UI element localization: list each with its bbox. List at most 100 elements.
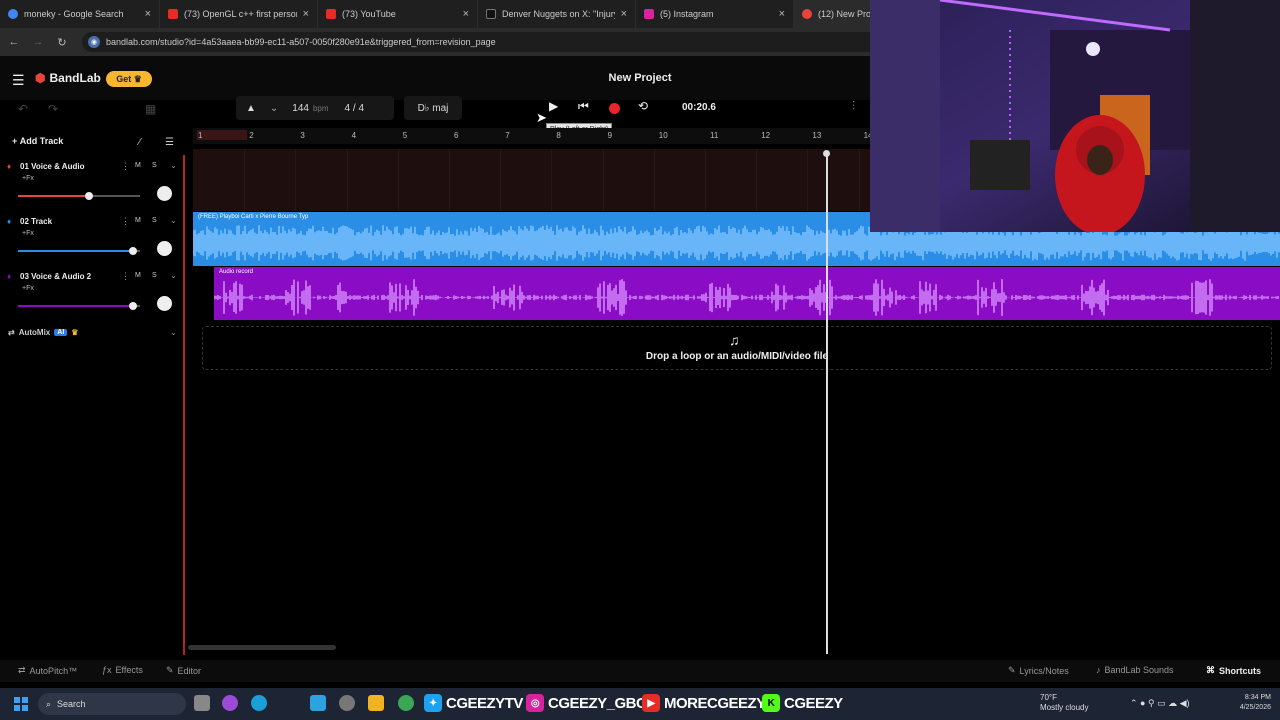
track-row[interactable]: ♦ 01 Voice & Audio +Fx ⋮ M S ⌄	[0, 156, 185, 210]
close-icon[interactable]: ×	[303, 8, 309, 20]
automix-label: AutoMix	[18, 328, 51, 337]
edge-icon[interactable]	[251, 695, 267, 711]
browser-tab[interactable]: Denver Nuggets on X: "Injury Upd ×	[478, 0, 636, 28]
time-signature[interactable]: 4 / 4	[345, 103, 364, 114]
more-icon[interactable]: ⋮	[121, 271, 130, 282]
taskbar-clock[interactable]: 8:34 PM 4/25/2026	[1229, 693, 1271, 713]
solo-button[interactable]: S	[152, 162, 157, 169]
taskbar-search[interactable]: ⌕ Search	[38, 693, 186, 715]
bandlab-logo[interactable]: ⬢ BandLab	[35, 71, 101, 85]
close-icon[interactable]: ×	[145, 8, 151, 20]
get-membership-button[interactable]: Get ♛	[106, 71, 152, 87]
site-info-icon[interactable]: ◉	[88, 36, 100, 48]
chevron-down-icon[interactable]: ⌄	[170, 216, 177, 225]
url-field[interactable]: ◉ bandlab.com/studio?id=4a53aaea-bb99-ec…	[82, 32, 922, 52]
add-track-button[interactable]: + Add Track	[12, 136, 63, 146]
track-row[interactable]: ♦ 03 Voice & Audio 2 +Fx ⋮ M S ⌄	[0, 266, 185, 320]
skip-back-button[interactable]: ⏮	[578, 99, 589, 114]
track-name[interactable]: 01 Voice & Audio	[20, 162, 84, 171]
chevron-down-icon[interactable]: ⌄	[170, 161, 177, 170]
social-handle-text: MORECGEEZY	[664, 694, 766, 712]
add-fx-button[interactable]: +Fx	[22, 175, 34, 182]
pan-knob[interactable]	[157, 186, 172, 201]
automix-row[interactable]: ⇄ AutoMix AI ♛	[8, 328, 78, 337]
track-name[interactable]: 02 Track	[20, 217, 52, 226]
metronome-icon[interactable]: ▲	[246, 103, 256, 114]
play-button[interactable]: ▶	[549, 99, 558, 113]
lyrics-notes-button[interactable]: ✎ Lyrics/Notes	[1008, 665, 1069, 676]
close-icon[interactable]: ×	[779, 8, 785, 20]
forward-icon[interactable]: →	[28, 36, 48, 48]
undo-icon[interactable]: ↶	[18, 102, 28, 116]
back-icon[interactable]: ←	[4, 36, 24, 48]
store-icon[interactable]	[310, 695, 326, 711]
record-button[interactable]	[609, 103, 620, 114]
loop-region[interactable]	[197, 130, 247, 140]
chrome-icon[interactable]	[398, 695, 414, 711]
pan-knob[interactable]	[157, 241, 172, 256]
browser-tab[interactable]: (5) Instagram ×	[636, 0, 794, 28]
audio-clip-track3[interactable]: Audio record	[214, 267, 1280, 320]
project-title[interactable]: New Project	[540, 72, 740, 84]
browser-tab-active[interactable]: (12) New Proj	[794, 0, 880, 28]
volume-slider[interactable]	[18, 192, 140, 200]
task-view-icon[interactable]	[194, 695, 210, 711]
menu-icon[interactable]: ☰	[12, 72, 25, 89]
bpm-value[interactable]: 144	[292, 103, 309, 114]
ruler-bar-number: 5	[402, 131, 408, 140]
playhead[interactable]	[826, 152, 828, 654]
webcam-image	[870, 0, 1280, 232]
weather-widget[interactable]: 70°F Mostly cloudy	[1040, 693, 1088, 713]
shortcuts-button[interactable]: ⌘ Shortcuts	[1206, 665, 1261, 676]
solo-button[interactable]: S	[152, 217, 157, 224]
browser-tab[interactable]: (73) YouTube ×	[318, 0, 478, 28]
add-fx-button[interactable]: +Fx	[22, 285, 34, 292]
redo-icon[interactable]: ↷	[48, 102, 58, 116]
track-name[interactable]: 03 Voice & Audio 2	[20, 272, 91, 281]
keyboard-icon[interactable]: ▦	[145, 102, 156, 116]
social-handle-text: CGEEZY_GBC	[548, 694, 647, 712]
track-lane-1[interactable]	[193, 149, 870, 211]
add-fx-button[interactable]: +Fx	[22, 230, 34, 237]
track-row[interactable]: ♦ 02 Track +Fx ⋮ M S ⌄	[0, 211, 185, 265]
mute-button[interactable]: M	[135, 217, 141, 224]
browser-tab[interactable]: (73) OpenGL c++ first person ca ×	[160, 0, 318, 28]
clock-time: 8:34 PM	[1244, 694, 1271, 701]
more-icon[interactable]: ⋮	[121, 161, 130, 172]
volume-thumb[interactable]	[129, 302, 137, 310]
browser-tab[interactable]: moneky - Google Search ×	[0, 0, 160, 28]
folder-icon[interactable]	[368, 695, 384, 711]
system-tray-icons[interactable]: ⌃ ● ⚲ ▭ ☁ ◀)	[1130, 698, 1190, 709]
app-icon[interactable]	[222, 695, 238, 711]
close-icon[interactable]: ×	[621, 8, 627, 20]
volume-thumb[interactable]	[85, 192, 93, 200]
wand-icon[interactable]: ⁄	[139, 137, 141, 148]
more-icon[interactable]: ⋮	[121, 216, 130, 227]
filter-icon[interactable]: ☰	[165, 137, 174, 148]
chevron-down-icon[interactable]: ⌄	[170, 328, 177, 337]
editor-button[interactable]: ✎ Editor	[166, 665, 201, 676]
mute-button[interactable]: M	[135, 162, 141, 169]
mixer-icon[interactable]: ⫶	[852, 99, 855, 114]
settings-icon[interactable]	[339, 695, 355, 711]
volume-thumb[interactable]	[129, 247, 137, 255]
loop-button[interactable]: ⟲	[638, 99, 648, 113]
autopitch-button[interactable]: ⇄ AutoPitch™	[18, 665, 77, 676]
pan-knob[interactable]	[157, 296, 172, 311]
ruler-bar-number: 11	[710, 131, 719, 140]
volume-slider[interactable]	[18, 302, 140, 310]
chevron-down-icon[interactable]: ⌄	[170, 271, 177, 280]
timeline-ruler[interactable]: 1 2 3 4 5 6 7 8 9 10 11 12 13 14	[193, 128, 873, 144]
close-icon[interactable]: ×	[463, 8, 469, 20]
chevron-down-icon[interactable]: ⌄	[270, 103, 278, 114]
transport-toolbar: ↶ ↷ ▦ ▲ ⌄ 144 bpm 4 / 4 D♭ maj ▶ ⏮ ⟲ 00:…	[0, 96, 870, 122]
horizontal-scrollbar[interactable]	[188, 645, 336, 650]
windows-start-icon[interactable]	[14, 697, 28, 711]
mute-button[interactable]: M	[135, 272, 141, 279]
solo-button[interactable]: S	[152, 272, 157, 279]
reload-icon[interactable]: ↻	[52, 36, 72, 49]
volume-slider[interactable]	[18, 247, 140, 255]
effects-button[interactable]: ƒx Effects	[102, 665, 143, 675]
bandlab-sounds-button[interactable]: ♪ BandLab Sounds	[1096, 665, 1174, 675]
key-button[interactable]: D♭ maj	[404, 96, 462, 120]
